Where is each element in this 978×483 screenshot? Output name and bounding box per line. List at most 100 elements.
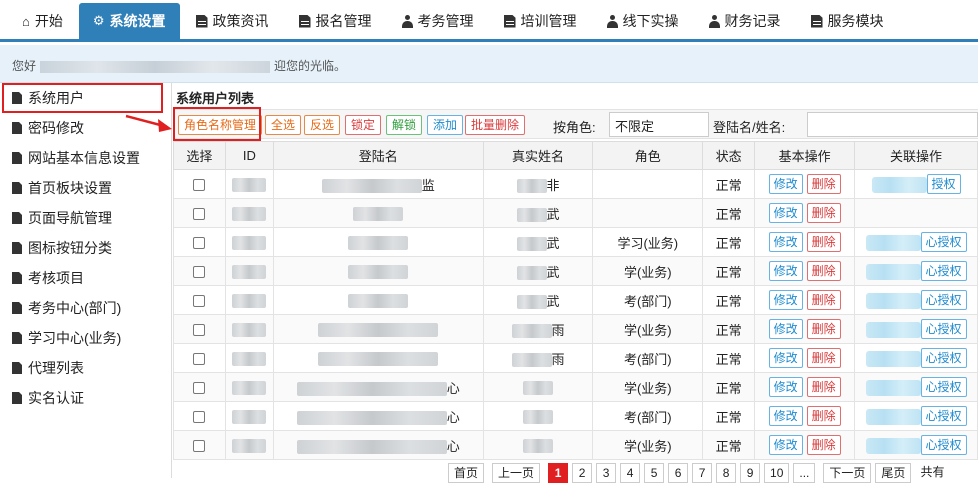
- delete-button[interactable]: 删除: [806, 377, 841, 397]
- delete-button[interactable]: 删除: [806, 232, 841, 252]
- status-cell: 正常: [702, 372, 756, 402]
- basic-ops-cell: 修改 删除: [754, 227, 856, 257]
- nav-item-policy-news[interactable]: 政策资讯: [182, 3, 283, 39]
- realname-cell: 武: [482, 198, 594, 228]
- row-checkbox[interactable]: [193, 411, 206, 424]
- table-row: 监非正常 修改 删除 授权: [173, 169, 978, 199]
- sidebar-item-page-nav[interactable]: 页面导航管理: [0, 203, 171, 233]
- edit-button[interactable]: 修改: [768, 174, 803, 194]
- column-header[interactable]: 状态: [702, 141, 756, 170]
- invert-selection-button[interactable]: 反选: [304, 115, 341, 135]
- page-button-5[interactable]: 5: [644, 463, 665, 483]
- page-button-4[interactable]: 4: [620, 463, 641, 483]
- sidebar-item-site-info[interactable]: 网站基本信息设置: [0, 143, 171, 173]
- column-header[interactable]: 登陆名: [272, 141, 484, 170]
- role-text: 考(部门): [623, 293, 672, 309]
- status-cell: 正常: [702, 343, 756, 373]
- page-button-1[interactable]: 1: [548, 463, 569, 483]
- sidebar-item-realname[interactable]: 实名认证: [0, 383, 171, 413]
- column-header[interactable]: 真实姓名: [482, 141, 594, 170]
- row-checkbox[interactable]: [193, 237, 206, 250]
- unlock-button[interactable]: 解锁: [386, 115, 423, 135]
- page-button-6[interactable]: 6: [668, 463, 689, 483]
- delete-button[interactable]: 删除: [806, 261, 841, 281]
- nav-item-offline-practice[interactable]: 线下实操: [593, 3, 693, 39]
- next-page-button[interactable]: 下一页: [823, 463, 872, 483]
- row-checkbox[interactable]: [193, 440, 206, 453]
- select-all-button[interactable]: 全选: [265, 115, 302, 135]
- nav-item-exam-affairs[interactable]: 考务管理: [388, 3, 488, 39]
- edit-button[interactable]: 修改: [768, 319, 803, 339]
- row-checkbox[interactable]: [193, 208, 206, 221]
- nav-item-registration[interactable]: 报名管理: [285, 3, 386, 39]
- sidebar-item-exam-center[interactable]: 考务中心(部门): [0, 293, 171, 323]
- sidebar-item-icon-buttons[interactable]: 图标按钮分类: [0, 233, 171, 263]
- nav-label: 服务模块: [827, 13, 884, 29]
- nav-item-service[interactable]: 服务模块: [797, 3, 898, 39]
- row-checkbox[interactable]: [193, 295, 206, 308]
- nav-item-training[interactable]: 培训管理: [490, 3, 591, 39]
- authorize-button[interactable]: 心授权: [920, 261, 967, 281]
- last-page-button[interactable]: 尾页: [875, 463, 912, 483]
- home-icon: ⌂: [22, 13, 30, 29]
- delete-button[interactable]: 删除: [806, 435, 841, 455]
- lock-button[interactable]: 锁定: [345, 115, 382, 135]
- sidebar-item-system-users[interactable]: 系统用户: [2, 83, 163, 113]
- row-checkbox[interactable]: [193, 324, 206, 337]
- page-button-9[interactable]: 9: [740, 463, 761, 483]
- page-button-3[interactable]: 3: [596, 463, 617, 483]
- authorize-button[interactable]: 授权: [926, 174, 961, 194]
- nav-item-start[interactable]: ⌂ 开始: [8, 3, 77, 39]
- authorize-button[interactable]: 心授权: [920, 319, 967, 339]
- edit-button[interactable]: 修改: [768, 232, 803, 252]
- edit-button[interactable]: 修改: [768, 261, 803, 281]
- sidebar-item-assessment[interactable]: 考核项目: [0, 263, 171, 293]
- nav-item-finance[interactable]: 财务记录: [695, 3, 795, 39]
- page-button-7[interactable]: 7: [692, 463, 713, 483]
- sidebar-item-home-blocks[interactable]: 首页板块设置: [0, 173, 171, 203]
- nav-item-system-settings[interactable]: ⚙ 系统设置: [78, 3, 180, 39]
- role-filter-select[interactable]: 不限定: [609, 112, 709, 137]
- delete-button[interactable]: 删除: [806, 203, 841, 223]
- sidebar-item-learning-center[interactable]: 学习中心(业务): [0, 323, 171, 353]
- delete-button[interactable]: 删除: [806, 290, 841, 310]
- realname-visible-part: 武: [546, 206, 560, 222]
- first-page-button[interactable]: 首页: [448, 463, 485, 483]
- edit-button[interactable]: 修改: [768, 348, 803, 368]
- edit-button[interactable]: 修改: [768, 203, 803, 223]
- redacted-login: [353, 206, 404, 221]
- add-button[interactable]: 添加: [427, 115, 464, 135]
- edit-button[interactable]: 修改: [768, 435, 803, 455]
- delete-button[interactable]: 删除: [806, 406, 841, 426]
- authorize-button[interactable]: 心授权: [920, 348, 967, 368]
- prev-page-button[interactable]: 上一页: [492, 463, 541, 483]
- authorize-button[interactable]: 心授权: [920, 232, 967, 252]
- row-checkbox[interactable]: [193, 179, 206, 192]
- realname-cell: [482, 430, 594, 460]
- row-checkbox[interactable]: [193, 353, 206, 366]
- sidebar-item-agents[interactable]: 代理列表: [0, 353, 171, 383]
- edit-button[interactable]: 修改: [768, 290, 803, 310]
- column-header[interactable]: 角色: [592, 141, 704, 170]
- row-checkbox[interactable]: [193, 382, 206, 395]
- nav-label: 考务管理: [417, 13, 474, 29]
- authorize-button[interactable]: 心授权: [920, 435, 967, 455]
- annotation-arrow-icon: [125, 114, 172, 132]
- delete-button[interactable]: 删除: [806, 174, 841, 194]
- login-filter-input[interactable]: [807, 112, 978, 137]
- authorize-button[interactable]: 心授权: [920, 377, 967, 397]
- role-cell: 学(业务): [592, 314, 704, 344]
- authorize-button[interactable]: 心授权: [920, 406, 967, 426]
- column-header[interactable]: ID: [224, 141, 274, 170]
- batch-delete-button[interactable]: 批量删除: [465, 115, 526, 135]
- edit-button[interactable]: 修改: [768, 406, 803, 426]
- page-button-2[interactable]: 2: [572, 463, 593, 483]
- basic-ops-cell: 修改 删除: [754, 401, 856, 431]
- edit-button[interactable]: 修改: [768, 377, 803, 397]
- authorize-button[interactable]: 心授权: [920, 290, 967, 310]
- delete-button[interactable]: 删除: [806, 348, 841, 368]
- row-checkbox[interactable]: [193, 266, 206, 279]
- page-button-10[interactable]: 10: [764, 463, 790, 483]
- delete-button[interactable]: 删除: [806, 319, 841, 339]
- page-button-8[interactable]: 8: [716, 463, 737, 483]
